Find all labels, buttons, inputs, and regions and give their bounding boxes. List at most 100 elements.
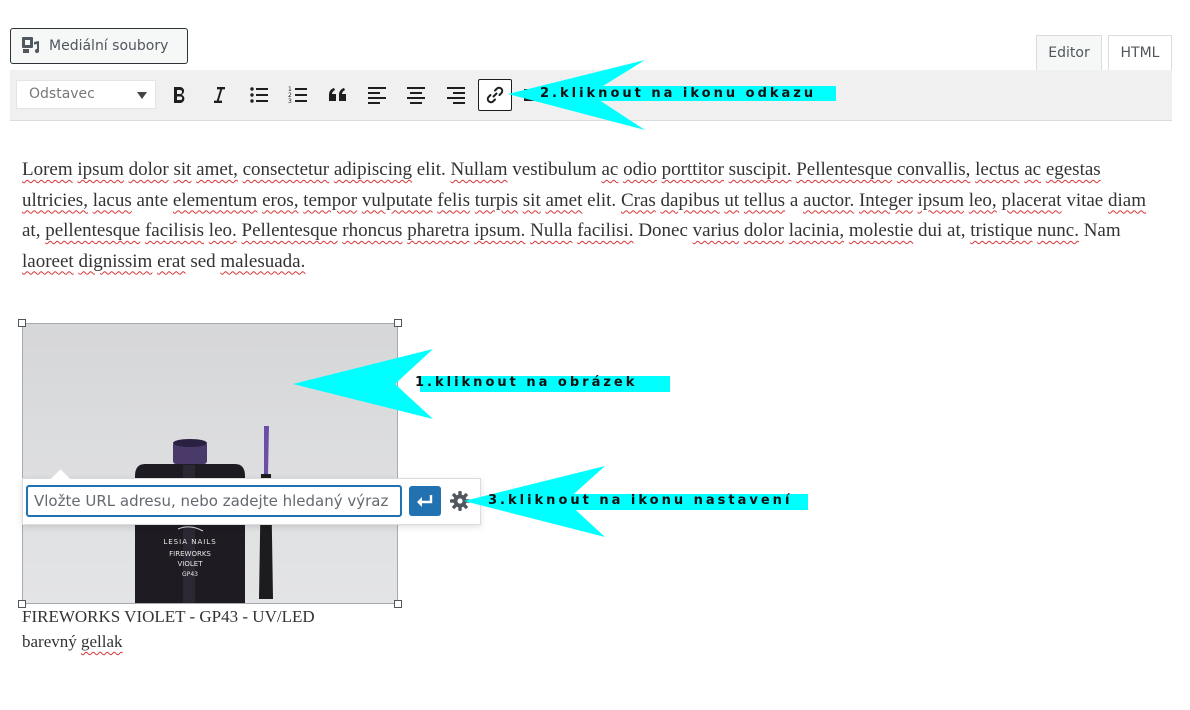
paragraph-format-select[interactable]: Odstavec (16, 80, 156, 109)
annotation-step-1: 1.kliknout na obrázek (415, 375, 638, 390)
apply-link-button[interactable] (409, 486, 441, 516)
paragraph-word: nunc. (1037, 220, 1079, 241)
annotation-step-2: 2.kliknout na ikonu odkazu (540, 86, 817, 101)
bottle-code-text: GP43 (182, 571, 198, 578)
blockquote-button[interactable] (322, 79, 354, 111)
paragraph-word: dolor (128, 159, 169, 180)
paragraph-word: sit (522, 189, 541, 211)
quote-icon (329, 88, 346, 101)
align-center-button[interactable] (400, 79, 432, 111)
paragraph-word: pellentesque (45, 220, 141, 241)
paragraph-word: dui (917, 220, 943, 241)
align-left-button[interactable] (361, 79, 393, 111)
paragraph-word: diam (1108, 189, 1146, 211)
caption-line-2: barevný gellak (22, 629, 382, 654)
paragraph-word: a (789, 189, 799, 211)
resize-handle[interactable] (394, 319, 402, 327)
paragraph-word: turpis (474, 189, 519, 211)
align-center-icon (407, 87, 425, 104)
paragraph-word: Integer (858, 189, 913, 211)
paragraph-word: Donec (638, 220, 688, 241)
paragraph-word: Nulla (530, 220, 573, 241)
italic-button[interactable] (203, 79, 235, 111)
paragraph-word: tempor (303, 189, 358, 211)
caption-word: gellak (81, 632, 123, 651)
numbered-list-icon: 1 2 3 (288, 86, 307, 105)
paragraph-word: Nam (1083, 220, 1121, 241)
format-select-value: Odstavec (29, 86, 95, 102)
paragraph-word: ipsum. (474, 220, 526, 241)
paragraph-word: lacus (92, 189, 132, 211)
paragraph-word: ipsum (917, 189, 964, 211)
paragraph-word: odio (623, 159, 657, 180)
numbered-list-button[interactable]: 1 2 3 (282, 79, 314, 111)
paragraph-word: suscipit. (728, 159, 792, 180)
resize-handle[interactable] (394, 600, 402, 608)
paragraph-word: Nullam (450, 159, 508, 180)
paragraph-word: erat (157, 250, 186, 272)
paragraph-word: elementum (172, 189, 258, 211)
bulleted-list-button[interactable] (243, 79, 275, 111)
post-image[interactable]: LESIA NAILS FIREWORKS VIOLET GP43 (22, 323, 398, 604)
bold-button[interactable] (163, 79, 195, 111)
media-files-label: Mediální soubory (49, 38, 169, 54)
paragraph-word: elit. (416, 159, 446, 180)
align-right-icon (447, 87, 465, 104)
bold-icon (174, 86, 185, 103)
caption-line-1: FIREWORKS VIOLET - GP43 - UV/LED (22, 607, 315, 626)
toolbar-overflow-icon (524, 89, 536, 101)
paragraph-word: sit (173, 159, 192, 180)
italic-icon (214, 87, 225, 103)
paragraph-word: vitae (1066, 189, 1104, 211)
media-files-button[interactable]: Mediální soubory (10, 28, 188, 64)
enter-icon (417, 495, 433, 507)
paragraph-word: ultricies, (22, 189, 88, 211)
paragraph-word: Pellentesque (241, 220, 338, 241)
paragraph-word: molestie (848, 220, 914, 241)
paragraph-word: at, (22, 220, 41, 241)
link-popover (22, 467, 481, 525)
paragraph-word: Lorem (22, 159, 73, 180)
paragraph-word: adipiscing (333, 159, 412, 180)
paragraph-word: varius (692, 220, 740, 241)
image-caption[interactable]: FIREWORKS VIOLET - GP43 - UV/LED barevný… (22, 604, 382, 654)
tab-html[interactable]: HTML (1108, 35, 1172, 70)
paragraph-word: vestibulum (512, 159, 597, 180)
link-url-input[interactable] (26, 485, 402, 517)
paragraph-word: dolor (743, 220, 784, 241)
link-settings-button[interactable] (445, 486, 475, 516)
paragraph-word: at, (947, 220, 966, 241)
link-icon (486, 86, 504, 104)
paragraph-word: dapibus (660, 189, 720, 211)
nail-polish-photo: LESIA NAILS FIREWORKS VIOLET GP43 (23, 324, 397, 603)
tab-editor[interactable]: Editor (1036, 35, 1102, 70)
paragraph-word: auctor. (803, 189, 855, 211)
paragraph-word: convallis, (897, 159, 971, 180)
paragraph-word: lectus (975, 159, 1020, 180)
post-paragraph[interactable]: Lorem ipsum dolor sit amet, consectetur … (22, 155, 1152, 277)
paragraph-word: leo. (208, 220, 237, 241)
paragraph-word: lacinia, (788, 220, 845, 241)
paragraph-word: tristique (970, 220, 1033, 241)
paragraph-word: ac (601, 159, 619, 180)
resize-handle[interactable] (18, 319, 26, 327)
gear-icon (450, 491, 470, 511)
paragraph-word: eros, (262, 189, 299, 211)
paragraph-word: ipsum (77, 159, 124, 180)
paragraph-word: egestas (1045, 159, 1101, 180)
insert-link-button[interactable] (478, 79, 512, 111)
bottle-name-text: FIREWORKS (169, 550, 211, 558)
paragraph-word: amet (545, 189, 583, 211)
paragraph-word: facilisis (144, 220, 205, 241)
caption-word: barevný (22, 632, 77, 651)
paragraph-word: sed (190, 250, 216, 272)
paragraph-word: tellus (743, 189, 786, 211)
paragraph-word: pharetra (407, 220, 470, 241)
paragraph-word: Pellentesque (796, 159, 893, 180)
more-toolbar-button[interactable] (522, 79, 536, 111)
paragraph-word: malesuada. (220, 250, 306, 272)
align-right-button[interactable] (440, 79, 472, 111)
paragraph-word: vulputate (361, 189, 433, 211)
paragraph-word: consectetur (242, 159, 330, 180)
paragraph-word: laoreet (22, 250, 74, 272)
